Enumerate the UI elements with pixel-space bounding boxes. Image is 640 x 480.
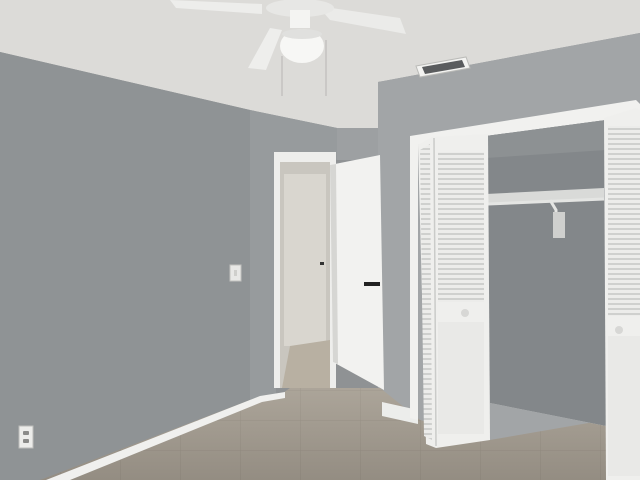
closet-interior	[486, 120, 606, 426]
bedroom-illustration	[0, 0, 640, 480]
bedroom-door[interactable]	[330, 155, 384, 390]
bedroom-photo	[0, 0, 640, 480]
door-handle[interactable]	[364, 282, 380, 286]
outlet-icon	[18, 425, 34, 449]
hall-far-door	[284, 174, 326, 346]
bifold-knob-left[interactable]	[461, 309, 469, 317]
light-switch-icon[interactable]	[229, 264, 242, 282]
bifold-knob-right[interactable]	[615, 326, 623, 334]
